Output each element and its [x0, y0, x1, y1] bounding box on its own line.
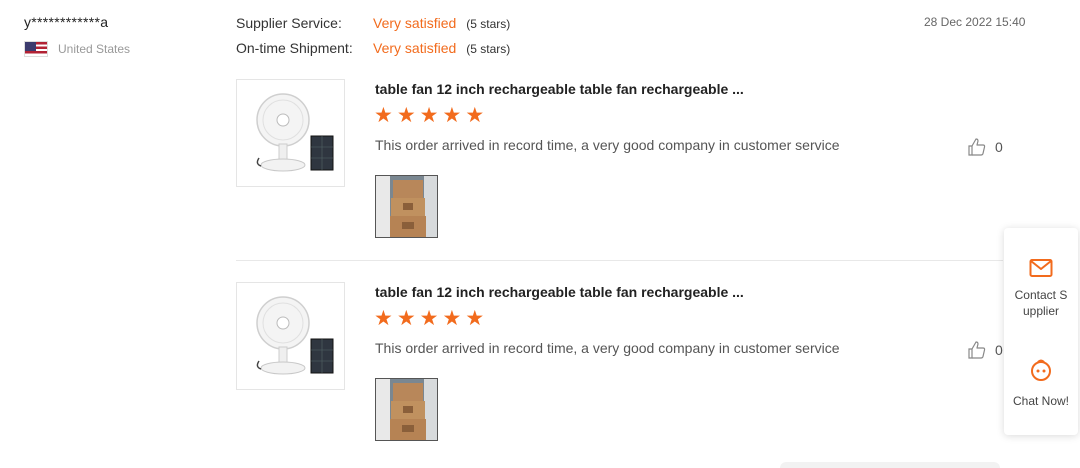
product-thumbnail[interactable]	[236, 282, 345, 390]
supplier-ratings: Supplier Service: Very satisfied (5 star…	[236, 15, 510, 65]
review-comment: This order arrived in record time, a ver…	[375, 340, 840, 356]
star-icon: ★	[374, 307, 393, 330]
star-icon: ★	[442, 104, 462, 127]
star-icon: ★	[419, 104, 439, 127]
rating-value: Very satisfied	[373, 15, 457, 31]
star-icon: ★	[419, 307, 439, 330]
rating-stars-text: (5 stars)	[466, 17, 511, 31]
fan-product-image	[256, 93, 334, 172]
star-icon: ★	[396, 104, 416, 127]
chat-now-button[interactable]: Chat Now!	[1004, 358, 1078, 409]
rating-row-on-time-shipment: On-time Shipment: Very satisfied (5 star…	[236, 40, 510, 65]
star-rating: ★ ★ ★ ★ ★	[374, 308, 484, 330]
review-divider	[236, 260, 1003, 261]
review-comment: This order arrived in record time, a ver…	[375, 137, 840, 153]
chat-icon	[1031, 359, 1051, 381]
fan-product-image	[256, 296, 334, 375]
review-item: table fan 12 inch rechargeable table fan…	[236, 79, 1003, 259]
rating-value: Very satisfied	[373, 40, 457, 56]
review-photo[interactable]	[375, 175, 438, 238]
review-date: 28 Dec 2022 15:40	[924, 15, 1026, 29]
rating-label: Supplier Service:	[236, 15, 342, 31]
contact-supplier-label: Contact Supplier	[1014, 288, 1068, 318]
reviewer-country: United States	[58, 42, 131, 56]
chat-now-label: Chat Now!	[1012, 394, 1070, 408]
star-icon: ★	[442, 307, 462, 330]
contact-supplier-button[interactable]: Contact Supplier	[1004, 258, 1078, 319]
us-flag-icon	[24, 41, 48, 57]
review-photo[interactable]	[375, 378, 438, 441]
boxes-photo	[376, 176, 437, 237]
product-title-link[interactable]: table fan 12 inch rechargeable table fan…	[375, 284, 744, 300]
like-count: 0	[995, 342, 1003, 358]
rating-stars-text: (5 stars)	[466, 42, 511, 56]
product-title-link[interactable]: table fan 12 inch rechargeable table fan…	[375, 81, 744, 97]
bottom-shadow	[780, 462, 1000, 468]
product-thumbnail[interactable]	[236, 79, 345, 187]
reviewer-name: y************a	[24, 14, 109, 30]
floating-contact-panel: Contact Supplier Chat Now!	[1004, 228, 1078, 435]
boxes-photo	[376, 379, 437, 440]
rating-row-supplier-service: Supplier Service: Very satisfied (5 star…	[236, 15, 510, 40]
like-count: 0	[995, 139, 1003, 155]
rating-label: On-time Shipment:	[236, 40, 353, 56]
star-rating: ★ ★ ★ ★ ★	[374, 105, 484, 127]
star-icon: ★	[396, 307, 416, 330]
like-button[interactable]: 0	[967, 340, 1003, 360]
review-item: table fan 12 inch rechargeable table fan…	[236, 282, 1003, 452]
star-icon: ★	[374, 104, 393, 127]
mail-icon	[1029, 259, 1053, 277]
thumbs-up-icon	[968, 341, 986, 359]
reviewer-info: y************a United States	[24, 14, 130, 57]
like-button[interactable]: 0	[967, 137, 1003, 157]
star-icon: ★	[465, 104, 485, 127]
star-icon: ★	[465, 307, 485, 330]
reviewer-country-row: United States	[24, 41, 130, 57]
thumbs-up-icon	[968, 138, 986, 156]
